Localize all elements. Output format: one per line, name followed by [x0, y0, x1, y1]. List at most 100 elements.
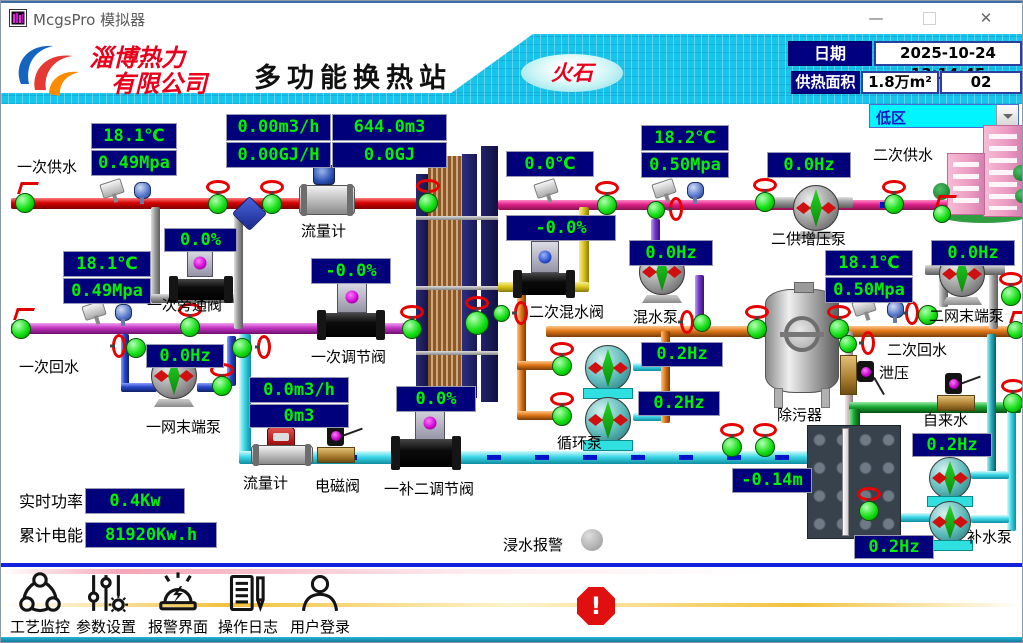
station-number: 02	[940, 71, 1022, 94]
handwheel-ring	[400, 305, 424, 319]
label-primary-return: 一次回水	[19, 359, 79, 376]
display-power: 0.4Kw	[85, 488, 185, 514]
fill-pump-2[interactable]	[929, 501, 971, 543]
nav-operation-log[interactable]: 操作日志	[215, 571, 281, 637]
valve	[552, 356, 572, 376]
display-ret1-pres: 0.49Mpa	[63, 278, 151, 304]
nav-parameter-settings[interactable]: 参数设置	[73, 571, 139, 637]
tree	[1015, 189, 1023, 203]
display-sec-supply-pres: 0.50Mpa	[641, 152, 729, 178]
display-reg2-open: 0.0%	[396, 386, 476, 412]
header-banner: 淄博热力 有限公司 多功能换热站 火石 日期 2025-10-24 13:14:…	[1, 34, 1023, 104]
close-button[interactable]: ✕	[963, 3, 1009, 33]
display-circ2-hz: 0.2Hz	[638, 391, 720, 416]
pipe-fillpump-out2	[971, 515, 1009, 523]
valve	[1001, 286, 1021, 306]
valve	[11, 319, 31, 339]
alarm-stop-icon[interactable]: !	[577, 587, 615, 625]
label-flowmeter-1: 流量计	[301, 223, 346, 240]
label-reg-valve1: 一次调节阀	[311, 349, 386, 366]
handwheel-ring	[257, 335, 271, 359]
date-label: 日期	[788, 41, 872, 66]
pipe-fillpump-out1	[971, 471, 1009, 479]
valve	[180, 317, 200, 337]
label-boost-pump: 二供增压泵	[771, 231, 846, 248]
handwheel-ring	[416, 179, 440, 193]
area-value: 1.8万m²	[861, 71, 939, 94]
handwheel-ring	[1001, 379, 1023, 393]
display-sec-supply-temp: 18.2℃	[641, 125, 729, 151]
label-flood-alarm: 浸水报警	[503, 537, 563, 554]
label-tap-water: 自来水	[923, 412, 968, 429]
label-mix-valve: 二次混水阀	[529, 304, 604, 321]
dirt-separator	[765, 289, 839, 393]
app-icon	[9, 9, 27, 27]
nav-label: 操作日志	[215, 616, 281, 637]
nav-label: 工艺监控	[7, 616, 73, 637]
display-circ1-hz: 0.2Hz	[641, 342, 723, 367]
chevron-down-icon[interactable]	[996, 105, 1018, 127]
maximize-button[interactable]	[906, 3, 952, 33]
station-title: 多功能换热站	[254, 56, 452, 95]
user-login-icon	[298, 571, 342, 615]
handwheel-ring	[595, 181, 619, 195]
display-heat-rate: 0.00GJ/H	[226, 142, 331, 168]
valve	[755, 192, 775, 212]
display-net1-hz: 0.0Hz	[146, 344, 224, 368]
handwheel-ring	[680, 310, 694, 334]
boost-pump[interactable]	[793, 185, 839, 231]
pressure-sensor	[115, 304, 132, 321]
handwheel-ring	[206, 180, 230, 194]
circulation-pump-1[interactable]	[585, 345, 631, 391]
label-primary-supply: 一次供水	[17, 159, 77, 176]
operation-log-icon	[226, 571, 270, 615]
valve	[15, 193, 35, 213]
display-net2-hz: 0.0Hz	[931, 240, 1015, 266]
temperature-sensor	[533, 178, 559, 199]
valve	[747, 319, 767, 339]
handwheel-ring	[720, 423, 744, 437]
label-secondary-return: 二次回水	[887, 342, 947, 359]
display-flow-rate: 0.00m3/h	[226, 114, 331, 141]
display-flow-total: 644.0m3	[332, 114, 447, 141]
flow-meter-transmitter	[313, 165, 335, 185]
display-mixvalve-open: -0.0%	[506, 215, 616, 241]
fill-pump-1[interactable]	[929, 457, 971, 499]
valve	[465, 311, 489, 335]
company-logo	[13, 38, 87, 98]
handwheel-ring	[905, 301, 919, 325]
display-ret1-temp: 18.1℃	[63, 251, 151, 277]
display-energy: 81920Kw.h	[85, 522, 217, 548]
display-tank-level: -0.14m	[732, 468, 812, 493]
nav-process-monitor[interactable]: 工艺监控	[7, 571, 73, 637]
flood-alarm-indicator	[581, 529, 603, 551]
valve	[208, 194, 228, 214]
alarm-screen-icon	[156, 571, 200, 615]
nav-label: 报警界面	[145, 616, 211, 637]
pressure-sensor	[134, 182, 151, 199]
label-fill-pump: 补水泵	[967, 529, 1012, 546]
label-secondary-supply: 二次供水	[873, 147, 933, 164]
display-fill2-hz: 0.2Hz	[854, 535, 934, 559]
pressure-sensor	[687, 182, 704, 199]
temperature-sensor	[99, 178, 125, 199]
handwheel-ring	[753, 178, 777, 192]
minimize-button[interactable]: —	[853, 3, 899, 33]
label-net2-pump: 二网末端泵	[929, 308, 1004, 325]
nav-user-login[interactable]: 用户登录	[287, 571, 353, 637]
display-reg1-open: -0.0%	[311, 258, 391, 284]
station-badge: 火石	[521, 54, 623, 92]
datetime-value: 2025-10-24 13:14:45	[874, 41, 1022, 66]
valve	[722, 437, 742, 457]
valve	[693, 314, 711, 332]
nav-bar: 工艺监控 参数设置 报警界面	[1, 567, 1023, 637]
pipe-bypass-down	[151, 207, 160, 302]
flow-meter-1	[299, 185, 355, 215]
nav-label: 参数设置	[73, 616, 139, 637]
pipe-boostpump-out	[837, 197, 853, 208]
label-mix-pump: 混水泵	[633, 309, 678, 326]
company-name-line2: 有限公司	[111, 64, 207, 99]
valve	[1003, 393, 1023, 413]
valve	[126, 338, 146, 358]
nav-alarm-screen[interactable]: 报警界面	[145, 571, 211, 637]
